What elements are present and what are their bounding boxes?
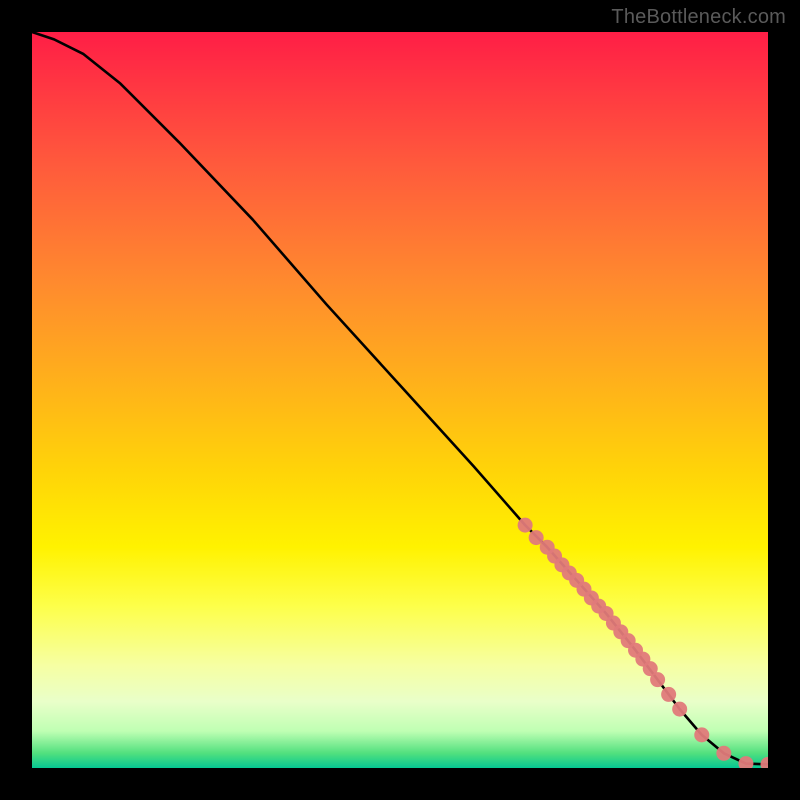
plot-area [32,32,768,768]
chart-frame: TheBottleneck.com [0,0,800,800]
watermark-label: TheBottleneck.com [611,6,786,29]
curve-line [32,32,768,764]
marker-points [518,518,768,768]
